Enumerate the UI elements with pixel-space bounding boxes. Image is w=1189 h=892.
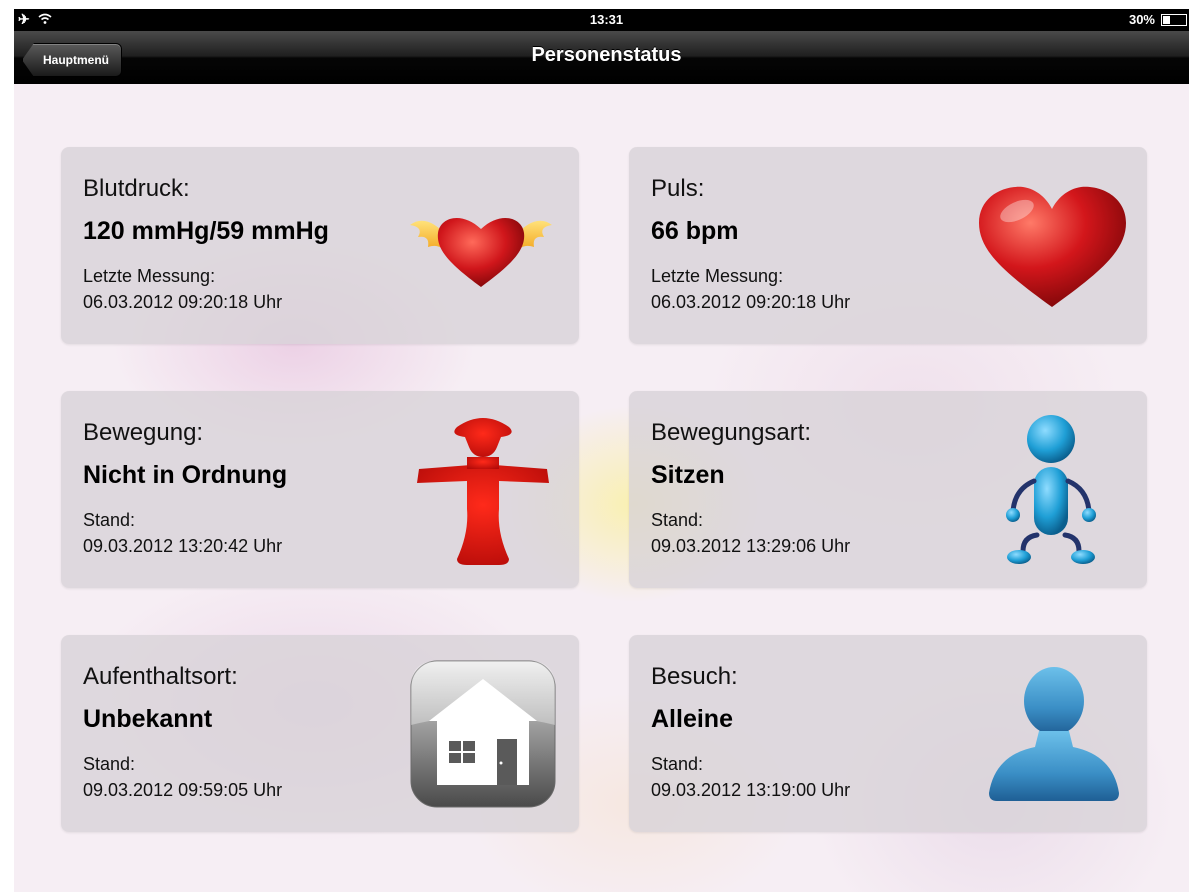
card-meta-label: Letzte Messung: <box>83 266 216 286</box>
red-figure-icon <box>417 418 549 565</box>
card-meta-label: Stand: <box>651 510 704 530</box>
winged-heart-icon <box>410 217 552 287</box>
card-value: Unbekannt <box>83 705 213 733</box>
card-value: Sitzen <box>651 461 725 489</box>
movement-type-card[interactable]: Bewegungsart: Sitzen Stand: 09.03.2012 1… <box>629 391 1147 588</box>
location-card[interactable]: Aufenthaltsort: Unbekannt Stand: 09.03.2… <box>61 635 579 832</box>
battery-percent: 30% <box>1128 12 1155 27</box>
card-meta-value: 06.03.2012 09:20:18 Uhr <box>83 292 283 312</box>
visit-card[interactable]: Besuch: Alleine Stand: 09.03.2012 13:19:… <box>629 635 1147 832</box>
sitting-figure-icon <box>1006 415 1096 564</box>
card-meta-label: Stand: <box>651 754 704 774</box>
card-meta-value: 09.03.2012 13:20:42 Uhr <box>83 536 283 556</box>
card-label: Aufenthaltsort: <box>83 663 238 690</box>
card-label: Puls: <box>651 175 705 202</box>
card-label: Bewegungsart: <box>651 419 812 446</box>
status-bar: ✈ 13:31 30% <box>14 9 1189 31</box>
ipad-screen: ✈ 13:31 30% Hauptmenü Personenstatus Blu… <box>14 9 1189 892</box>
card-label: Bewegung: <box>83 419 204 446</box>
person-silhouette-icon <box>989 667 1119 801</box>
blood-pressure-card[interactable]: Blutdruck: 120 mmHg/59 mmHg Letzte Messu… <box>61 147 579 344</box>
card-value: 66 bpm <box>651 217 739 245</box>
card-meta-value: 06.03.2012 09:20:18 Uhr <box>651 292 851 312</box>
card-value: 120 mmHg/59 mmHg <box>83 217 329 245</box>
card-label: Blutdruck: <box>83 175 190 202</box>
card-meta-value: 09.03.2012 13:19:00 Uhr <box>651 780 851 800</box>
card-meta-label: Letzte Messung: <box>651 266 784 286</box>
card-meta-value: 09.03.2012 09:59:05 Uhr <box>83 780 283 800</box>
heart-icon <box>979 186 1126 307</box>
card-meta-label: Stand: <box>83 510 136 530</box>
page-title: Personenstatus <box>531 44 682 66</box>
house-icon <box>410 660 556 808</box>
card-value: Nicht in Ordnung <box>83 461 288 489</box>
status-time: 13:31 <box>589 12 624 27</box>
movement-card[interactable]: Bewegung: Nicht in Ordnung Stand: 09.03.… <box>61 391 579 588</box>
battery-icon <box>1161 13 1187 26</box>
navigation-bar: Hauptmenü Personenstatus <box>14 31 1189 84</box>
card-meta-label: Stand: <box>83 754 136 774</box>
card-value: Alleine <box>651 705 733 733</box>
pulse-card[interactable]: Puls: 66 bpm Letzte Messung: 06.03.2012 … <box>629 147 1147 344</box>
card-meta-value: 09.03.2012 13:29:06 Uhr <box>651 536 851 556</box>
card-label: Besuch: <box>651 663 738 690</box>
